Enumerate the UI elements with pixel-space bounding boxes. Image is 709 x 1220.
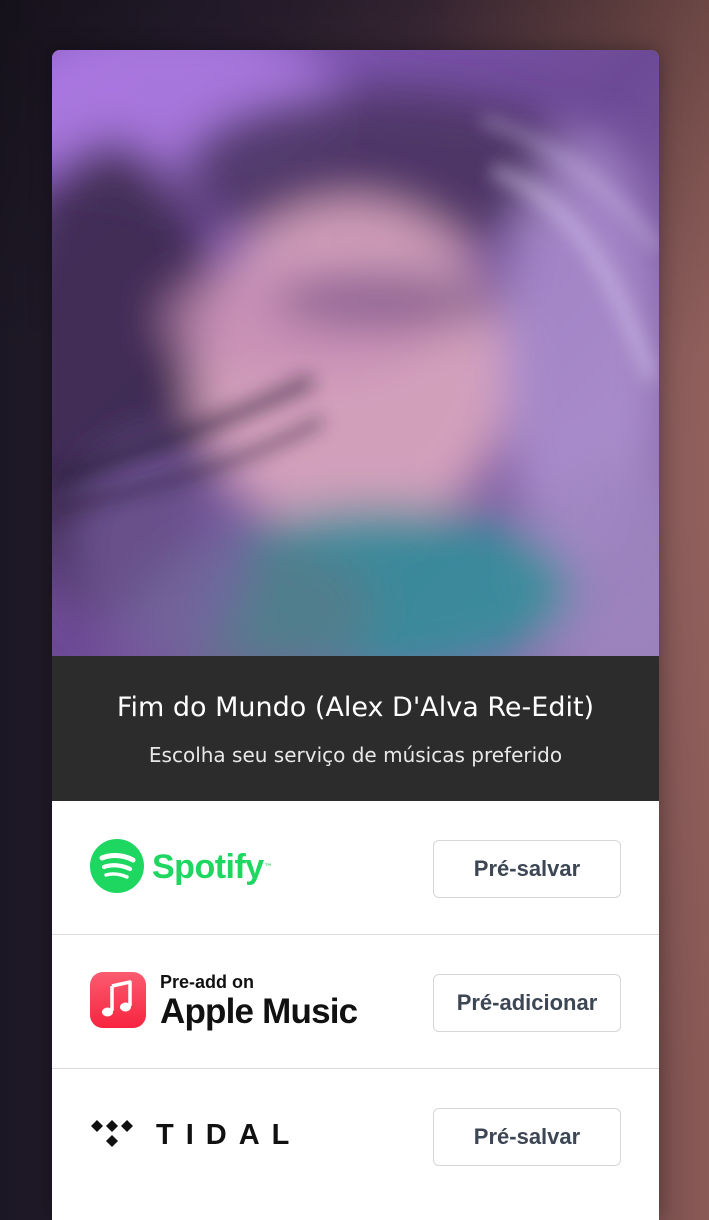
spotify-logo: Spotify ™ <box>90 801 273 934</box>
service-row-tidal: TIDAL Pré-salvar <box>52 1069 659 1202</box>
tidal-logo: TIDAL <box>90 1069 301 1202</box>
apple-music-icon <box>90 971 146 1032</box>
release-subtitle: Escolha seu serviço de músicas preferido <box>148 743 563 767</box>
spotify-icon <box>90 838 144 897</box>
apple-music-logo: Pre-add on Apple Music <box>90 935 358 1068</box>
release-title: Fim do Mundo (Alex D'Alva Re-Edit) <box>116 692 595 723</box>
service-row-apple-music: Pre-add on Apple Music Pré-adicionar <box>52 935 659 1069</box>
tidal-icon <box>90 1119 134 1153</box>
spotify-wordmark: Spotify <box>152 848 264 886</box>
spotify-presave-button[interactable]: Pré-salvar <box>433 840 621 898</box>
apple-music-wordmark: Pre-add on Apple Music <box>160 971 358 1032</box>
presave-card: Fim do Mundo (Alex D'Alva Re-Edit) Escol… <box>52 50 659 1220</box>
apple-music-name: Apple Music <box>160 991 358 1031</box>
album-cover-image <box>52 50 659 656</box>
tidal-wordmark: TIDAL <box>156 1119 302 1151</box>
service-row-spotify: Spotify ™ Pré-salvar <box>52 801 659 935</box>
album-cover-art <box>52 50 659 656</box>
tidal-presave-button[interactable]: Pré-salvar <box>433 1108 621 1166</box>
spotify-trademark: ™ <box>263 862 273 873</box>
apple-music-preadd-label: Pre-add on <box>160 971 255 992</box>
release-header: Fim do Mundo (Alex D'Alva Re-Edit) Escol… <box>52 656 659 801</box>
apple-music-preadd-button[interactable]: Pré-adicionar <box>433 974 621 1032</box>
